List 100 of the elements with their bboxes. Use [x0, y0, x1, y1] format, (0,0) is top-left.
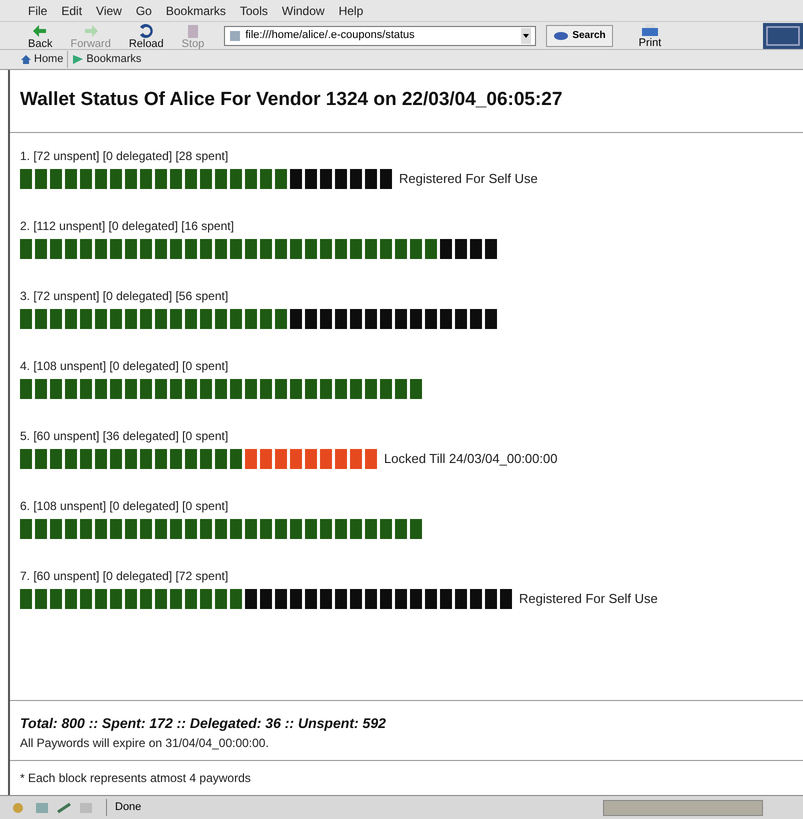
unspent-block [350, 238, 362, 258]
unspent-block [290, 518, 302, 538]
spent-block [305, 168, 317, 188]
spent-block [290, 308, 302, 328]
unspent-block [230, 378, 242, 398]
spent-block [245, 588, 257, 608]
menu-item[interactable]: Edit [61, 2, 82, 20]
unspent-block [35, 238, 47, 258]
unspent-block [95, 238, 107, 258]
spent-block [335, 588, 347, 608]
unspent-block [35, 518, 47, 538]
reload-button[interactable]: Reload [124, 22, 168, 50]
dropdown-icon[interactable] [521, 28, 532, 44]
unspent-block [110, 238, 122, 258]
unspent-block [200, 518, 212, 538]
unspent-block [170, 518, 182, 538]
unspent-block [380, 378, 392, 398]
bookmark-item[interactable]: Bookmarks [67, 51, 146, 68]
unspent-block [365, 378, 377, 398]
unspent-block [35, 448, 47, 468]
menu-item[interactable]: Window [282, 2, 325, 20]
unspent-block [155, 378, 167, 398]
unspent-block [230, 448, 242, 468]
unspent-block [275, 378, 287, 398]
spent-block [395, 308, 407, 328]
spent-block [350, 308, 362, 328]
unspent-block [65, 238, 77, 258]
unspent-block [275, 308, 287, 328]
unspent-block [80, 238, 92, 258]
unspent-block [140, 168, 152, 188]
unspent-block [170, 308, 182, 328]
spent-block [380, 168, 392, 188]
spent-block [470, 308, 482, 328]
unspent-block [350, 518, 362, 538]
unspent-block [50, 378, 62, 398]
menu-item[interactable]: Go [136, 2, 152, 20]
back-button[interactable]: Back [24, 22, 56, 50]
unspent-block [395, 238, 407, 258]
unspent-block [110, 168, 122, 188]
spent-block [365, 588, 377, 608]
search-button[interactable]: Search [546, 24, 613, 46]
address-field[interactable]: file:///home/alice/.e-coupons/status [224, 26, 536, 46]
unspent-block [95, 448, 107, 468]
bookmark-item[interactable]: Home [16, 51, 68, 68]
unspent-block [50, 588, 62, 608]
unspent-block [170, 168, 182, 188]
print-button[interactable]: Print [638, 22, 662, 48]
unspent-block [200, 448, 212, 468]
unspent-block [80, 588, 92, 608]
menu-item[interactable]: Help [338, 2, 364, 20]
unspent-block [95, 518, 107, 538]
unspent-block [350, 378, 362, 398]
unspent-block [110, 588, 122, 608]
unspent-block [215, 518, 227, 538]
menu-item[interactable]: Tools [240, 2, 268, 20]
unspent-block [95, 378, 107, 398]
unspent-block [395, 378, 407, 398]
unspent-block [380, 518, 392, 538]
menu-item[interactable]: Bookmarks [166, 2, 226, 20]
unspent-block [50, 308, 62, 328]
spent-block [365, 168, 377, 188]
delegated-block [335, 448, 347, 468]
unspent-block [140, 518, 152, 538]
unspent-block [110, 518, 122, 538]
unspent-block [125, 238, 137, 258]
unspent-block [170, 588, 182, 608]
unspent-block [365, 238, 377, 258]
spent-block [440, 588, 452, 608]
spent-block [350, 168, 362, 188]
unspent-block [170, 378, 182, 398]
spent-block [260, 588, 272, 608]
unspent-block [95, 168, 107, 188]
spent-block [455, 588, 467, 608]
unspent-block [185, 168, 197, 188]
unspent-block [110, 308, 122, 328]
unspent-block [20, 308, 32, 328]
unspent-block [80, 518, 92, 538]
spent-block [440, 308, 452, 328]
delegated-block [275, 448, 287, 468]
unspent-block [155, 168, 167, 188]
spent-block [410, 308, 422, 328]
unspent-block [125, 518, 137, 538]
spent-block [410, 588, 422, 608]
unspent-block [335, 238, 347, 258]
spent-block [290, 588, 302, 608]
menu-item[interactable]: File [28, 2, 48, 20]
spent-block [455, 238, 467, 258]
wallet-note: Locked Till 24/03/04_00:00:00 [384, 450, 558, 468]
unspent-block [320, 378, 332, 398]
unspent-block [215, 588, 227, 608]
unspent-block [50, 448, 62, 468]
unspent-block [260, 518, 272, 538]
unspent-block [365, 518, 377, 538]
spent-block [320, 308, 332, 328]
menu-item[interactable]: View [96, 2, 122, 20]
wallet-summary: 4. [108 unspent] [0 delegated] [0 spent] [20, 358, 230, 374]
unspent-block [245, 518, 257, 538]
unspent-block [320, 518, 332, 538]
unspent-block [155, 238, 167, 258]
unspent-block [200, 588, 212, 608]
